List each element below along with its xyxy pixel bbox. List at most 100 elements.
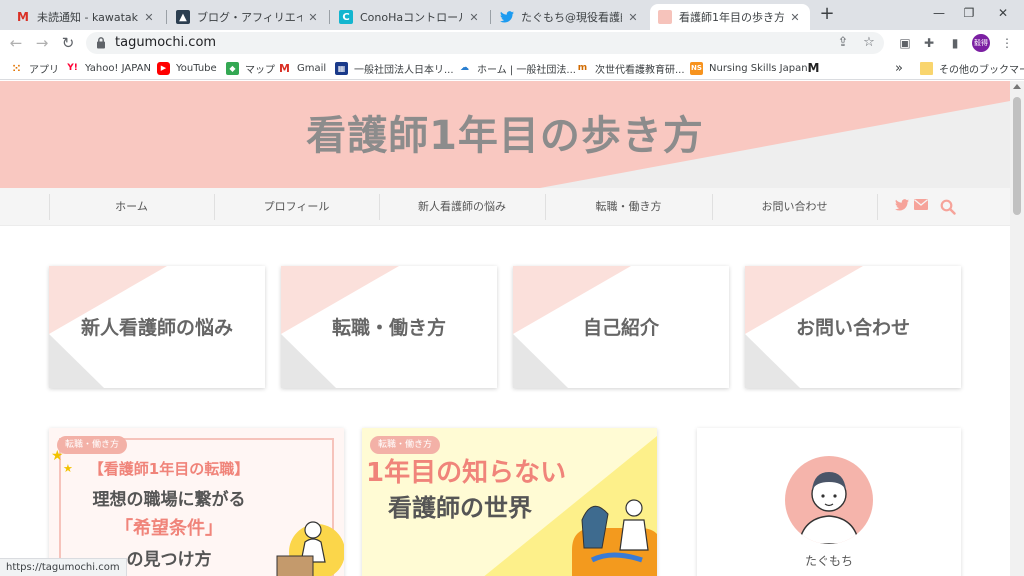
tab-conoha[interactable]: C ConoHaコントロールパネル ✕: [331, 4, 489, 30]
post-thumb-line: 「希望条件」: [115, 518, 223, 539]
bookmark-label: アプリ: [29, 64, 59, 76]
category-card-career[interactable]: 転職・働き方: [281, 266, 497, 388]
close-tab-icon[interactable]: ✕: [306, 11, 320, 24]
youtube-icon: ▶: [157, 61, 170, 75]
nav-career[interactable]: 転職・働き方: [545, 188, 712, 226]
url-text[interactable]: tagumochi.com: [115, 35, 216, 50]
yahoo-icon: Y!: [67, 63, 78, 73]
tab-title: ブログ・アフィリエイト部 | リベ…: [197, 11, 302, 24]
web-page: 看護師1年目の歩き方 ホーム プロフィール 新人看護師の悩み 転職・働き方 お問…: [0, 81, 1010, 576]
reload-icon[interactable]: ↻: [58, 33, 78, 53]
bookmarks-overflow-button[interactable]: »: [895, 60, 903, 76]
tab-twitter[interactable]: たぐもち@現役看護師ブロガ… ✕: [492, 4, 648, 30]
card-label: 自己紹介: [582, 317, 659, 339]
bookmark-nursing-skills[interactable]: NS Nursing Skills Japan: [690, 60, 808, 76]
close-tab-icon[interactable]: ✕: [626, 11, 640, 24]
bookmark-label: YouTube: [176, 62, 217, 74]
scroll-up-arrow-icon[interactable]: [1013, 84, 1021, 89]
tab-title: ConoHaコントロールパネル: [360, 11, 463, 24]
bookmark-m[interactable]: M: [807, 60, 826, 76]
bookmark-yahoo[interactable]: Y! Yahoo! JAPAN: [66, 60, 151, 76]
card-label: お問い合わせ: [795, 317, 910, 339]
ns-icon: NS: [690, 61, 703, 75]
profile-avatar-circle[interactable]: [785, 456, 873, 544]
close-tab-icon[interactable]: ✕: [467, 11, 481, 24]
profile-avatar[interactable]: 毅得: [972, 34, 990, 52]
extensions-puzzle-icon[interactable]: ✚: [920, 34, 938, 52]
tab-tagumochi[interactable]: 看護師1年目の歩き方｜新… ✕: [650, 4, 810, 30]
bookmark-home-site[interactable]: ☁ ホーム | 一般社団法...: [458, 60, 576, 76]
card-label: 新人看護師の悩み: [80, 317, 233, 339]
category-card-newbie-worries[interactable]: 新人看護師の悩み: [49, 266, 265, 388]
bookmark-apps[interactable]: ⁙ アプリ: [10, 60, 59, 76]
bookmark-youtube[interactable]: ▶ YouTube: [157, 60, 217, 76]
nav-contact[interactable]: お問い合わせ: [712, 188, 877, 226]
nav-profile[interactable]: プロフィール: [214, 188, 379, 226]
maps-icon: ◆: [226, 61, 239, 75]
browser-toolbar: ← → ↻ tagumochi.com ⇪ ☆ ▣ ✚ ▮ 毅得 ⋮: [0, 30, 1024, 56]
org-icon: ▦: [335, 61, 348, 75]
conoha-icon: C: [339, 10, 353, 24]
site-icon: [658, 10, 672, 24]
site-title[interactable]: 看護師1年目の歩き方: [0, 103, 1010, 161]
post-card-1[interactable]: ★ ★ 転職・働き方 【看護師1年目の転職】 理想の職場に繋がる 「希望条件」 …: [49, 428, 344, 576]
bookmark-maps[interactable]: ◆ マップ: [226, 60, 275, 76]
close-window-icon[interactable]: ✕: [990, 3, 1016, 23]
bookmark-edu[interactable]: m 次世代看護教育研...: [576, 60, 685, 76]
bookmark-star-icon[interactable]: ☆: [860, 34, 878, 52]
tab-title: 看護師1年目の歩き方｜新…: [679, 11, 784, 24]
bookmark-label: 次世代看護教育研...: [595, 64, 685, 76]
page-scrollbar[interactable]: [1010, 81, 1024, 576]
scrollbar-thumb[interactable]: [1013, 97, 1021, 215]
browser-menu-icon[interactable]: ⋮: [998, 34, 1016, 52]
tab-title: たぐもち@現役看護師ブロガ…: [521, 11, 622, 24]
tab-gmail[interactable]: M 未読通知 - kawataka0203… ✕: [8, 4, 164, 30]
mail-icon[interactable]: [913, 199, 929, 215]
bookmark-label: Nursing Skills Japan: [709, 62, 808, 74]
close-tab-icon[interactable]: ✕: [788, 11, 802, 24]
category-card-contact[interactable]: お問い合わせ: [745, 266, 961, 388]
m-icon: M: [807, 61, 820, 75]
bookmark-label: Gmail: [297, 62, 327, 74]
search-icon[interactable]: [940, 199, 956, 215]
line-extension-icon[interactable]: ▣: [896, 34, 914, 52]
tab-separator: [329, 10, 330, 24]
category-card-self-intro[interactable]: 自己紹介: [513, 266, 729, 388]
bookmark-other-folder[interactable]: その他のブックマーク: [920, 60, 1024, 76]
address-bar[interactable]: tagumochi.com ⇪ ☆: [86, 32, 884, 54]
global-nav: ホーム プロフィール 新人看護師の悩み 転職・働き方 お問い合わせ: [0, 188, 1010, 226]
side-panel-icon[interactable]: ▮: [946, 34, 964, 52]
card-label: 転職・働き方: [331, 317, 446, 339]
profile-name: たぐもち: [804, 554, 853, 568]
post-thumb-line: 理想の職場に繋がる: [92, 490, 246, 510]
people-on-sofa-illustration: [572, 499, 657, 576]
tab-blog[interactable]: ▲ ブログ・アフィリエイト部 | リベ… ✕: [168, 4, 328, 30]
bookmark-label: 一般社団法人日本リ...: [354, 64, 454, 76]
share-icon[interactable]: ⇪: [834, 34, 852, 52]
gmail-icon: M: [279, 61, 290, 75]
post-thumb-line: 1年目の知らない: [366, 458, 567, 488]
nav-newbie-worries[interactable]: 新人看護師の悩み: [379, 188, 545, 226]
nav-home[interactable]: ホーム: [49, 188, 214, 226]
edu-icon: m: [577, 63, 588, 73]
post-category-badge[interactable]: 転職・働き方: [57, 436, 128, 454]
apps-grid-icon: ⁙: [11, 61, 22, 75]
tab-separator: [166, 10, 167, 24]
site-header: 看護師1年目の歩き方: [0, 81, 1010, 188]
twitter-icon[interactable]: [894, 199, 910, 215]
lock-icon: [97, 37, 105, 49]
restore-icon[interactable]: ❐: [956, 3, 982, 23]
back-icon[interactable]: ←: [6, 33, 26, 53]
nurse-at-desk-illustration: [276, 521, 344, 576]
minimize-icon[interactable]: —: [926, 3, 952, 23]
forward-icon[interactable]: →: [32, 33, 52, 53]
nav-separator: [877, 194, 878, 220]
bookmarks-bar: ⁙ アプリ Y! Yahoo! JAPAN ▶ YouTube ◆ マップ M …: [0, 56, 1024, 80]
post-thumb-line: 【看護師1年目の転職】: [88, 460, 250, 478]
post-card-2[interactable]: 転職・働き方 1年目の知らない 看護師の世界: [362, 428, 657, 576]
bookmark-gmail[interactable]: M Gmail: [278, 60, 326, 76]
new-tab-icon[interactable]: +: [818, 5, 836, 23]
close-tab-icon[interactable]: ✕: [142, 11, 156, 24]
bookmark-org[interactable]: ▦ 一般社団法人日本リ...: [335, 60, 454, 76]
tab-strip: M 未読通知 - kawataka0203… ✕ ▲ ブログ・アフィリエイト部 …: [0, 0, 1024, 30]
